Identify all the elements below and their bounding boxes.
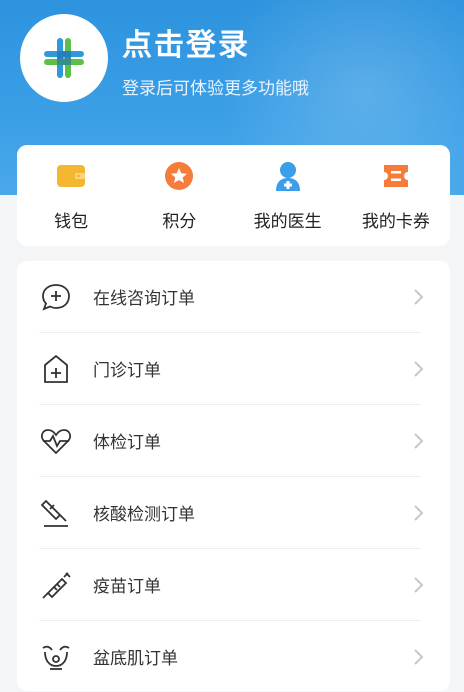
order-row-physical-exam[interactable]: 体检订单 xyxy=(17,405,450,476)
chevron-right-icon xyxy=(414,648,424,665)
quick-item-label: 钱包 xyxy=(54,212,89,232)
order-row-pelvic-floor[interactable]: 盆底肌订单 xyxy=(17,621,450,692)
chevron-right-icon xyxy=(414,432,424,449)
wallet-icon xyxy=(56,161,86,191)
quick-item-my-coupons[interactable]: 我的卡券 xyxy=(342,145,450,246)
order-label: 体检订单 xyxy=(93,433,161,453)
heartbeat-icon xyxy=(39,424,73,458)
chevron-right-icon xyxy=(414,576,424,593)
login-subtitle: 登录后可体验更多功能哦 xyxy=(122,79,309,99)
order-label: 在线咨询订单 xyxy=(93,289,195,309)
chevron-right-icon xyxy=(414,288,424,305)
chevron-right-icon xyxy=(414,360,424,377)
order-row-vaccine[interactable]: 疫苗订单 xyxy=(17,549,450,620)
quick-item-wallet[interactable]: 钱包 xyxy=(17,145,125,246)
quick-item-points[interactable]: 积分 xyxy=(125,145,233,246)
quick-item-label: 我的医生 xyxy=(253,212,322,232)
pelvic-icon xyxy=(39,640,73,674)
quick-item-label: 积分 xyxy=(162,212,197,232)
chat-plus-icon xyxy=(39,280,73,314)
clinic-icon xyxy=(39,352,73,386)
order-label: 盆底肌订单 xyxy=(93,649,178,669)
orders-card: 在线咨询订单 门诊订单 体检订单 核酸检测订单 疫苗订单 盆底肌订单 xyxy=(17,261,450,691)
login-title[interactable]: 点击登录 xyxy=(122,20,250,64)
order-label: 核酸检测订单 xyxy=(93,505,195,525)
avatar[interactable] xyxy=(20,14,108,102)
doctor-icon xyxy=(273,161,303,191)
order-label: 疫苗订单 xyxy=(93,577,161,597)
swab-test-icon xyxy=(39,496,73,530)
order-row-clinic[interactable]: 门诊订单 xyxy=(17,333,450,404)
order-row-online-consult[interactable]: 在线咨询订单 xyxy=(17,261,450,332)
order-label: 门诊订单 xyxy=(93,361,161,381)
order-row-nucleic-test[interactable]: 核酸检测订单 xyxy=(17,477,450,548)
quick-item-label: 我的卡券 xyxy=(361,212,430,232)
quick-item-my-doctor[interactable]: 我的医生 xyxy=(234,145,342,246)
app-logo-icon xyxy=(44,38,84,78)
chevron-right-icon xyxy=(414,504,424,521)
syringe-icon xyxy=(39,568,73,602)
points-star-icon xyxy=(164,161,194,191)
quick-actions-card: 钱包 积分 我的医生 我的卡券 xyxy=(17,145,450,246)
coupon-icon xyxy=(381,161,411,191)
